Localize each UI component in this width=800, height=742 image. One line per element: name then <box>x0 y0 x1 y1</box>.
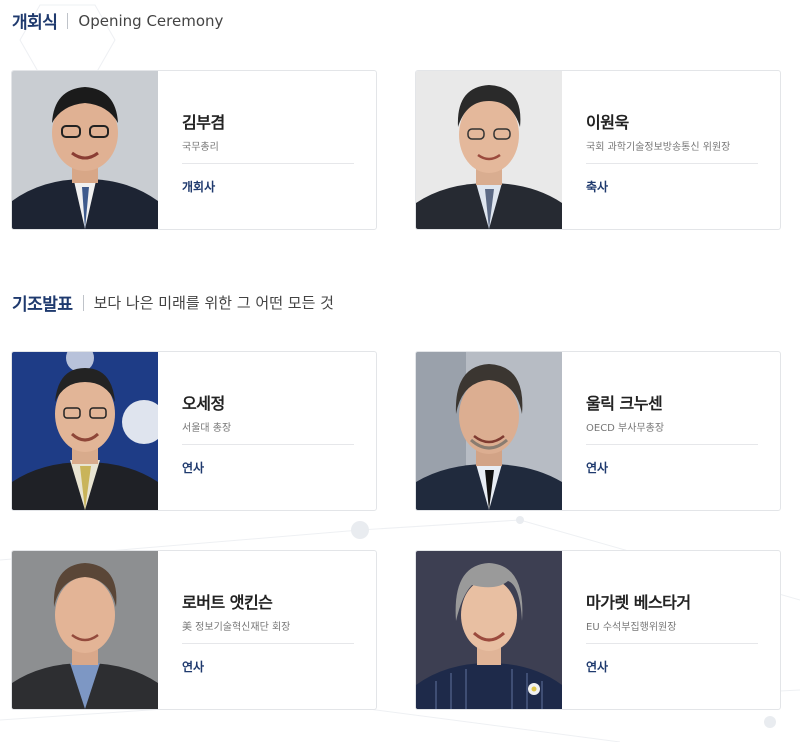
speaker-name: 김부겸 <box>182 113 225 132</box>
speaker-card[interactable]: 김부겸 국무총리 개회사 <box>11 70 377 230</box>
speaker-name: 마가렛 베스타거 <box>586 593 691 612</box>
speaker-name: 울릭 크누센 <box>586 394 663 413</box>
speaker-card[interactable]: 울릭 크누센 OECD 부사무총장 연사 <box>415 351 781 511</box>
keynote-section-subtitle: 보다 나은 미래를 위한 그 어떤 모든 것 <box>93 294 334 312</box>
speaker-role: 서울대 총장 <box>182 423 232 434</box>
opening-section-header: 개회식 Opening Ceremony <box>12 8 224 34</box>
opening-section-subtitle: Opening Ceremony <box>78 11 224 30</box>
speaker-card[interactable]: 이원욱 국회 과학기술정보방송통신 위원장 축사 <box>415 70 781 230</box>
card-divider <box>586 444 758 445</box>
speaker-tag: 축사 <box>586 180 609 194</box>
speaker-photo <box>12 71 158 229</box>
speaker-role: OECD 부사무총장 <box>586 423 665 434</box>
speaker-role: EU 수석부집행위원장 <box>586 622 677 633</box>
speaker-tag: 연사 <box>586 660 609 674</box>
card-divider <box>182 444 354 445</box>
card-divider <box>586 643 758 644</box>
speaker-photo <box>12 551 158 709</box>
speaker-photo <box>416 551 562 709</box>
speaker-tag: 연사 <box>182 461 205 475</box>
card-divider <box>586 163 758 164</box>
speaker-tag: 연사 <box>586 461 609 475</box>
speaker-name: 로버트 앳킨슨 <box>182 593 273 612</box>
keynote-section-header: 기조발표 보다 나은 미래를 위한 그 어떤 모든 것 <box>12 290 334 315</box>
card-divider <box>182 643 354 644</box>
card-divider <box>182 163 354 164</box>
section-divider <box>82 294 84 311</box>
opening-section-title: 개회식 <box>12 13 58 33</box>
keynote-section-title: 기조발표 <box>12 295 73 315</box>
speaker-card[interactable]: 마가렛 베스타거 EU 수석부집행위원장 연사 <box>415 550 781 710</box>
speaker-name: 오세정 <box>182 394 225 413</box>
speaker-name: 이원욱 <box>586 113 629 132</box>
speaker-card[interactable]: 로버트 앳킨슨 美 정보기술혁신재단 회장 연사 <box>11 550 377 710</box>
speaker-photo <box>12 352 158 510</box>
speaker-role: 국무총리 <box>182 142 219 153</box>
speaker-tag: 연사 <box>182 660 205 674</box>
speaker-photo <box>416 352 562 510</box>
speaker-tag: 개회사 <box>182 180 216 194</box>
speaker-card[interactable]: 오세정 서울대 총장 연사 <box>11 351 377 511</box>
section-divider <box>67 12 69 29</box>
speaker-photo <box>416 71 562 229</box>
speaker-role: 국회 과학기술정보방송통신 위원장 <box>586 142 731 153</box>
speaker-role: 美 정보기술혁신재단 회장 <box>182 622 291 633</box>
